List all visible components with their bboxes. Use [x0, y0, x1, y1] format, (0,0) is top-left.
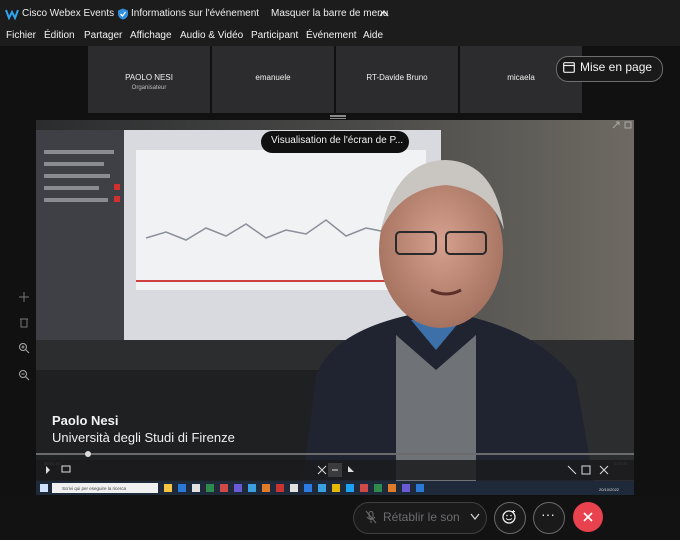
speaker-affiliation-caption: Università degli Studi di Firenze — [52, 430, 235, 445]
chevron-up-icon[interactable] — [379, 9, 389, 17]
webex-logo-icon — [5, 9, 19, 20]
zoom-out-icon[interactable] — [18, 369, 30, 381]
participant-tile[interactable]: RT-Davide Bruno — [336, 46, 458, 113]
menu-help[interactable]: Aide — [363, 30, 383, 41]
shared-screen[interactable]: Paolo Nesi Università degli Studi di Fir… — [36, 120, 634, 495]
participant-tile[interactable]: emanuele — [212, 46, 334, 113]
taskbar-date: 20/10/2022 — [599, 487, 620, 492]
menu-share[interactable]: Partager — [84, 30, 122, 41]
shield-icon[interactable] — [117, 8, 129, 20]
screen-share-label-text: Visualisation de l'écran de P... — [271, 135, 404, 146]
event-info-link[interactable]: Informations sur l'événement — [131, 8, 259, 19]
participant-name: RT-Davide Bruno — [366, 73, 428, 82]
layout-icon — [563, 62, 575, 73]
unmute-button-label: Rétablir le son — [383, 510, 460, 524]
resize-handle[interactable] — [330, 115, 346, 117]
shared-video-frame: Paolo Nesi Università degli Studi di Fir… — [36, 120, 634, 495]
app-title: Cisco Webex Events — [22, 8, 115, 19]
speaker-name-caption: Paolo Nesi — [52, 413, 118, 428]
hide-menu-bar-button[interactable]: Masquer la barre de menu — [271, 8, 388, 19]
close-icon — [583, 512, 593, 522]
move-icon[interactable] — [18, 291, 30, 303]
fullscreen-icon[interactable] — [624, 121, 632, 129]
microphone-muted-icon — [365, 510, 377, 524]
menu-edit[interactable]: Édition — [44, 30, 75, 41]
participant-tile[interactable]: PAOLO NESI Organisateur — [88, 46, 210, 113]
expand-icon[interactable] — [612, 121, 620, 129]
menu-file[interactable]: Fichier — [6, 30, 36, 41]
menu-bar: Fichier Édition Partager Affichage Audio… — [0, 28, 680, 46]
zoom-in-icon[interactable] — [18, 342, 30, 354]
menu-participant[interactable]: Participant — [251, 30, 298, 41]
menu-event[interactable]: Événement — [306, 30, 357, 41]
more-options-icon: ··· — [541, 506, 555, 522]
emoji-reaction-icon — [502, 510, 516, 524]
participant-name: PAOLO NESI — [125, 73, 173, 82]
participant-role: Organisateur — [131, 85, 167, 91]
menu-audio-video[interactable]: Audio & Vidéo — [180, 30, 243, 41]
menu-view[interactable]: Affichage — [130, 30, 172, 41]
chevron-down-icon[interactable] — [470, 513, 480, 520]
resize-handle-line — [330, 118, 346, 119]
trash-icon[interactable] — [18, 316, 30, 328]
participant-name: emanuele — [255, 73, 291, 82]
taskbar-search-text: Scrivi qui per eseguire la ricerca — [62, 486, 127, 491]
layout-button-label: Mise en page — [580, 60, 653, 74]
